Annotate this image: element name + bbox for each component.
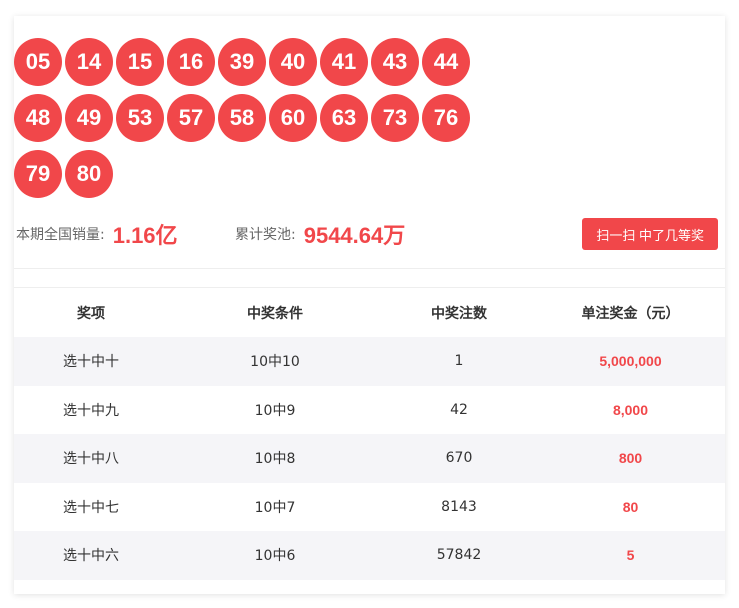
pool-label: 累计奖池: [235, 227, 296, 243]
cell-condition: 10中8 [254, 451, 296, 468]
cell-amount: 800 [618, 450, 643, 467]
table-row: 选十中六 10中6 57842 5 [14, 531, 725, 580]
winning-numbers: 05 14 15 16 39 40 41 43 44 48 49 53 57 5… [14, 38, 484, 206]
cell-winners: 57842 [436, 547, 482, 564]
number-ball: 49 [65, 94, 113, 142]
table-row: 选十中十 10中10 1 5,000,000 [14, 337, 725, 386]
number-ball: 40 [269, 38, 317, 86]
cell-prize-level: 选十中八 [63, 451, 119, 468]
divider [14, 268, 725, 269]
cell-winners: 8143 [441, 498, 477, 515]
header-condition: 中奖条件 [247, 305, 303, 322]
cell-condition: 10中7 [254, 499, 296, 516]
cell-prize-level: 选十中十 [63, 354, 119, 371]
number-ball: 43 [371, 38, 419, 86]
number-ball: 39 [218, 38, 266, 86]
cell-amount: 5 [626, 547, 635, 564]
table-row: 选十中七 10中7 8143 80 [14, 483, 725, 532]
header-winners: 中奖注数 [431, 305, 487, 322]
number-ball: 80 [65, 150, 113, 198]
cell-winners: 1 [454, 353, 464, 370]
cell-condition: 10中10 [250, 354, 300, 371]
number-ball: 63 [320, 94, 368, 142]
number-ball: 05 [14, 38, 62, 86]
cell-amount: 8,000 [612, 401, 649, 418]
header-amount: 单注奖金（元） [581, 305, 680, 322]
number-ball: 15 [116, 38, 164, 86]
table-row: 选十中九 10中9 42 8,000 [14, 386, 725, 435]
sales-label: 本期全国销量: [16, 227, 105, 243]
pool-value: 9544.64万 [303, 223, 406, 248]
number-row: 48 49 53 57 58 60 63 73 76 [14, 94, 484, 142]
cell-winners: 670 [445, 450, 473, 467]
table-header-row: 奖项 中奖条件 中奖注数 单注奖金（元） [14, 288, 725, 337]
number-ball: 79 [14, 150, 62, 198]
number-ball: 60 [269, 94, 317, 142]
number-ball: 73 [371, 94, 419, 142]
number-ball: 58 [218, 94, 266, 142]
number-ball: 48 [14, 94, 62, 142]
number-ball: 57 [167, 94, 215, 142]
draw-stats: 本期全国销量: 1.16亿 累计奖池: 9544.64万 扫一扫 中了几等奖 [14, 216, 725, 252]
cell-condition: 10中6 [254, 548, 296, 565]
cell-condition: 10中9 [254, 402, 296, 419]
cell-prize-level: 选十中六 [63, 548, 119, 565]
prize-table: 奖项 中奖条件 中奖注数 单注奖金（元） 选十中十 10中10 1 5,000,… [14, 287, 725, 580]
number-ball: 16 [167, 38, 215, 86]
number-ball: 14 [65, 38, 113, 86]
cell-winners: 42 [450, 401, 468, 418]
pool-stat: 累计奖池: 9544.64万 [235, 216, 405, 252]
header-prize-level: 奖项 [77, 305, 105, 322]
number-row: 79 80 [14, 150, 484, 198]
cell-amount: 5,000,000 [599, 353, 662, 370]
table-row: 选十中八 10中8 670 800 [14, 434, 725, 483]
sales-stat: 本期全国销量: 1.16亿 [16, 216, 178, 252]
number-ball: 53 [116, 94, 164, 142]
number-row: 05 14 15 16 39 40 41 43 44 [14, 38, 484, 86]
lottery-result-card: 05 14 15 16 39 40 41 43 44 48 49 53 57 5… [14, 16, 725, 594]
number-ball: 44 [422, 38, 470, 86]
number-ball: 76 [422, 94, 470, 142]
scan-prize-button[interactable]: 扫一扫 中了几等奖 [582, 218, 718, 250]
cell-amount: 80 [622, 498, 639, 515]
cell-prize-level: 选十中九 [63, 402, 119, 419]
sales-value: 1.16亿 [112, 223, 178, 248]
cell-prize-level: 选十中七 [63, 499, 119, 516]
number-ball: 41 [320, 38, 368, 86]
